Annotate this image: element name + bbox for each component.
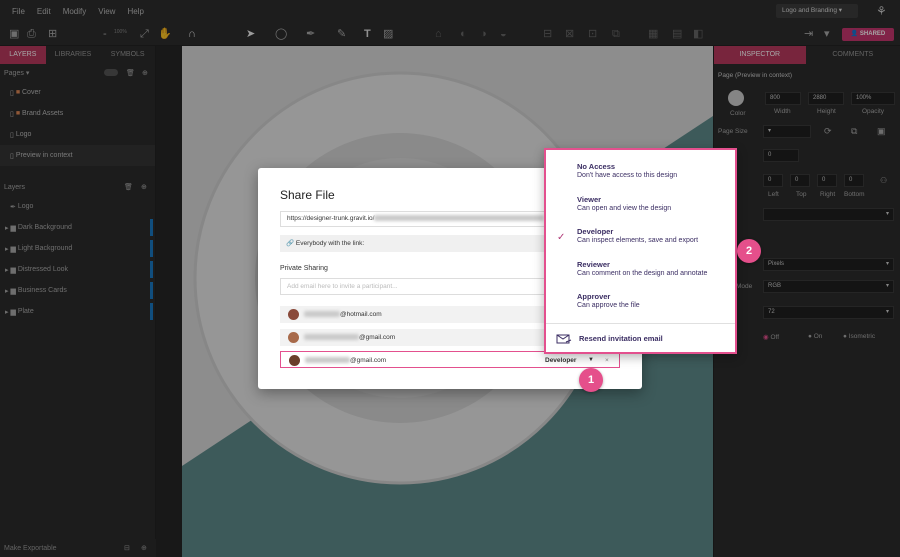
avatar — [288, 309, 299, 320]
option-desc: Can open and view the design — [577, 205, 672, 212]
option-desc: Don't have access to this design — [577, 172, 678, 179]
role-option-approver[interactable]: Approver Can approve the file — [577, 292, 735, 309]
option-title: Developer — [577, 227, 614, 236]
resend-invitation-button[interactable]: Resend invitation email — [579, 334, 663, 343]
dialog-title: Share File — [280, 188, 335, 202]
remove-user-icon[interactable]: × — [605, 352, 609, 369]
role-option-viewer[interactable]: Viewer Can open and view the design — [577, 195, 735, 212]
check-icon: ✓ — [557, 232, 566, 243]
avatar — [288, 332, 299, 343]
option-desc: Can comment on the design and annotate — [577, 270, 708, 277]
invite-placeholder: Add email here to invite a participant..… — [287, 283, 398, 290]
private-sharing-label: Private Sharing — [280, 265, 328, 272]
option-desc: Can approve the file — [577, 302, 640, 309]
role-option-reviewer[interactable]: Reviewer Can comment on the design and a… — [577, 260, 735, 277]
option-title: Approver — [577, 292, 611, 301]
user-email: @gmail.com — [359, 334, 396, 341]
option-desc: Can inspect elements, save and export — [577, 237, 699, 244]
redacted-email — [305, 357, 350, 364]
link-icon: 🔗 — [286, 240, 295, 247]
share-link-text: https://designer-trunk.gravit.io/ — [287, 215, 375, 222]
envelope-icon — [556, 334, 572, 344]
role-dropdown: No Access Don't have access to this desi… — [544, 148, 737, 354]
user-email: @hotmail.com — [340, 311, 382, 318]
role-option-developer[interactable]: Developer Can inspect elements, save and… — [577, 227, 735, 244]
role-select[interactable]: Developer — [545, 352, 576, 369]
user-email: @gmail.com — [350, 357, 387, 364]
option-title: No Access — [577, 162, 616, 171]
chevron-down-icon[interactable]: ▼ — [588, 352, 594, 369]
step-badge-2: 2 — [737, 239, 761, 263]
redacted-email — [304, 334, 359, 341]
everybody-label: Everybody with the link: — [295, 240, 365, 247]
role-option-no-access[interactable]: No Access Don't have access to this desi… — [577, 162, 735, 179]
avatar — [289, 355, 300, 366]
redacted-link — [374, 215, 545, 222]
redacted-email — [304, 311, 340, 318]
option-title: Reviewer — [577, 260, 610, 269]
option-title: Viewer — [577, 195, 602, 204]
dropdown-divider — [546, 323, 735, 324]
step-badge-1: 1 — [579, 368, 603, 392]
